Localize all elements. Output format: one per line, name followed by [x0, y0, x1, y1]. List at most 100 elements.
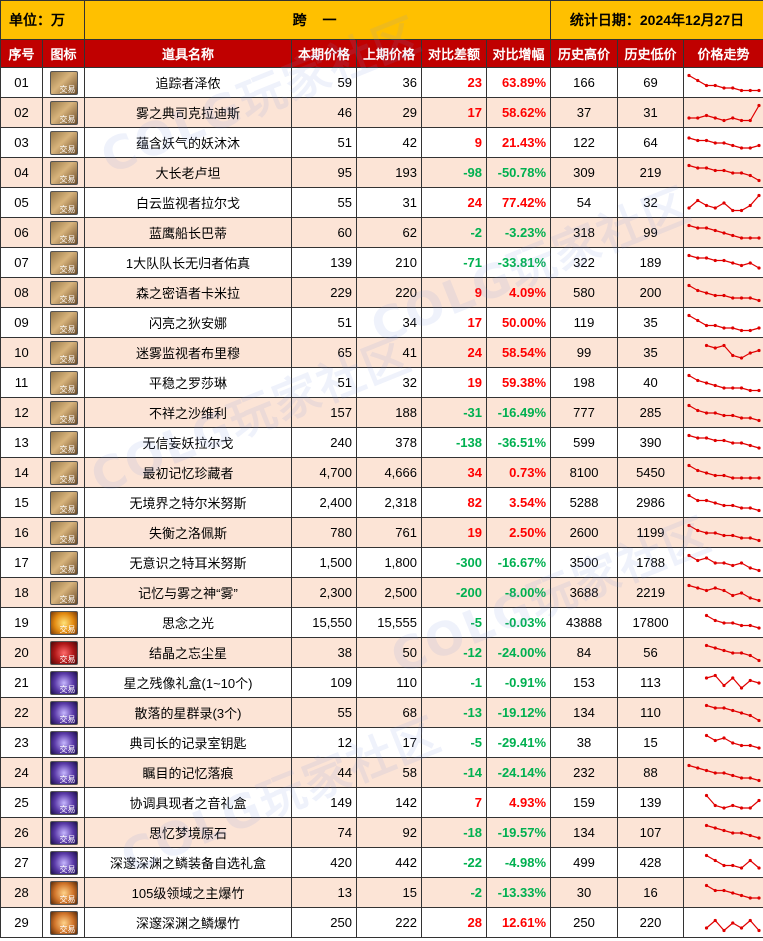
row-no: 15 [0, 487, 43, 518]
table-title: 跨 一 [83, 0, 552, 40]
trend-point [704, 925, 708, 930]
price-diff: -1 [421, 667, 487, 698]
previous-price: 17 [356, 727, 422, 758]
table-row: 16 交易 失衡之洛佩斯 780 761 19 2.50% 2600 1199 [0, 517, 763, 548]
trend-point [713, 205, 717, 210]
row-no: 23 [0, 727, 43, 758]
table-row: 01 交易 追踪者泽侬 59 36 23 63.89% 166 69 [0, 67, 763, 98]
trend-point [739, 685, 743, 690]
trend-point [695, 528, 699, 532]
price-trend-cell [683, 817, 763, 848]
item-icon-cell: 交易 [42, 517, 85, 548]
current-price: 59 [291, 67, 357, 98]
trend-point [695, 198, 699, 202]
col-header-trend: 价格走势 [683, 39, 763, 68]
trade-tag: 交易 [59, 804, 76, 814]
trend-point [704, 530, 708, 535]
current-price: 139 [291, 247, 357, 278]
trend-point [739, 355, 743, 360]
price-change-pct: -24.00% [485, 637, 552, 668]
price-change-pct: 58.54% [485, 337, 552, 368]
table-row: 28 交易 105级领域之主爆竹 13 15 -2 -13.33% 30 16 [0, 877, 763, 908]
trend-point [739, 775, 743, 780]
item-icon-cell: 交易 [42, 487, 85, 518]
trend-point [721, 648, 726, 652]
item-icon-cell: 交易 [42, 217, 85, 248]
trend-point [695, 318, 699, 322]
trend-point [739, 925, 743, 930]
history-low: 40 [617, 367, 685, 398]
price-change-pct: -4.98% [485, 847, 552, 878]
table-row: 03 交易 蕴含妖气的妖沐沐 51 42 9 21.43% 122 64 [0, 127, 763, 158]
item-name: 白云监视者拉尔戈 [84, 187, 292, 218]
table-row: 14 交易 最初记忆珍藏者 4,700 4,666 34 0.73% 8100 5450 [0, 457, 763, 488]
price-trend-sparkline [686, 433, 761, 450]
price-trend-cell [683, 877, 763, 908]
price-trend-cell [683, 517, 763, 548]
trend-point [695, 468, 699, 472]
trend-point [756, 265, 761, 270]
trend-point [730, 440, 734, 445]
previous-price: 442 [356, 847, 422, 878]
price-trend-sparkline [686, 223, 761, 240]
card-icon: 交易 [49, 400, 78, 425]
price-diff: -71 [421, 247, 487, 278]
trend-point [756, 445, 761, 450]
history-low: 219 [617, 157, 685, 188]
price-trend-cell [683, 337, 763, 368]
trend-line [688, 404, 759, 421]
price-trend-cell [683, 247, 763, 278]
history-low: 64 [617, 127, 685, 158]
trade-tag: 交易 [59, 474, 76, 484]
trend-point [756, 193, 761, 197]
item-icon-cell: 交易 [42, 787, 85, 818]
current-price: 55 [291, 697, 357, 728]
card-icon: 交易 [49, 310, 78, 335]
history-high: 134 [550, 697, 619, 728]
trend-line [688, 494, 759, 511]
previous-price: 32 [356, 367, 422, 398]
trend-point [704, 703, 708, 707]
trend-point [748, 743, 752, 747]
trend-point [748, 235, 752, 240]
trend-point [721, 85, 726, 90]
item-icon-cell: 交易 [42, 577, 85, 608]
current-price: 51 [291, 127, 357, 158]
trend-point [730, 143, 734, 147]
item-icon-cell: 交易 [42, 757, 85, 788]
trend-point [704, 883, 708, 887]
price-diff: 24 [421, 337, 487, 368]
trend-point [748, 595, 752, 600]
trend-point [713, 803, 717, 807]
item-name: 结晶之忘尘星 [84, 637, 292, 668]
trend-point [756, 835, 761, 840]
trend-point [748, 918, 752, 922]
item-icon-cell: 交易 [42, 427, 85, 458]
trade-tag: 交易 [59, 264, 76, 274]
crystal-icon: 交易 [49, 640, 78, 665]
item-name: 典司长的记录室钥匙 [84, 727, 292, 758]
trend-point [704, 613, 708, 617]
item-icon-cell: 交易 [42, 667, 85, 698]
trend-line [688, 584, 759, 601]
item-icon-cell: 交易 [42, 127, 85, 158]
table-row: 15 交易 无境界之特尔米努斯 2,400 2,318 82 3.54% 5288 2986 [0, 487, 763, 518]
previous-price: 2,318 [356, 487, 422, 518]
trend-point [713, 618, 717, 622]
trend-point [713, 560, 717, 565]
trend-point [704, 498, 708, 502]
trend-point [756, 103, 761, 107]
item-icon-cell: 交易 [42, 187, 85, 218]
firecracker-icon: 交易 [49, 910, 78, 935]
history-high: 322 [550, 247, 619, 278]
row-no: 02 [0, 97, 43, 128]
previous-price: 2,500 [356, 577, 422, 608]
trade-tag: 交易 [59, 294, 76, 304]
trend-point [704, 290, 708, 295]
price-change-pct: 50.00% [485, 307, 552, 338]
trend-point [748, 678, 752, 682]
row-no: 04 [0, 157, 43, 188]
trend-point [695, 255, 699, 260]
firecracker-icon: 交易 [49, 880, 78, 905]
row-no: 11 [0, 367, 43, 398]
